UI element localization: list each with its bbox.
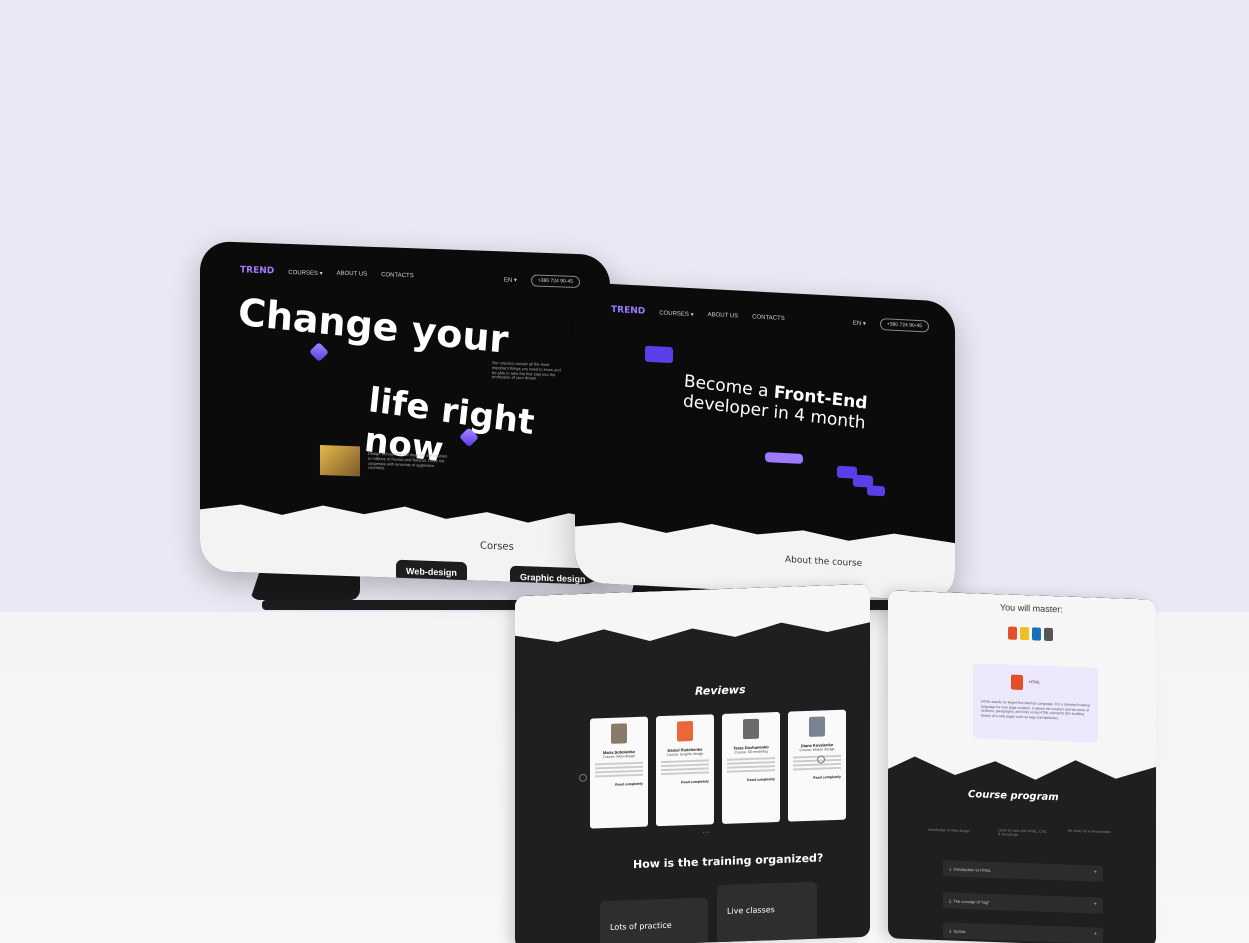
js-icon: [1020, 626, 1029, 641]
ui-card-illustration: [867, 485, 885, 497]
keyboard-base-left: [262, 600, 552, 610]
text-line: [727, 765, 775, 769]
laptop-illustration: [645, 345, 673, 364]
lesson-label: 3. Syntax: [949, 928, 966, 935]
plus-icon[interactable]: +: [1093, 931, 1097, 937]
css3-icon: [1032, 627, 1041, 641]
lang-selector[interactable]: EN ▾: [853, 319, 866, 327]
purple-gem-icon: [309, 342, 329, 362]
nav-about[interactable]: ABOUT US: [708, 312, 739, 320]
review-card: Maria Sobolenko Course: Web-design Read …: [590, 716, 648, 829]
reviews-title: Reviews: [695, 683, 746, 698]
lesson-label: 2. The concept of "tag": [949, 898, 990, 905]
text-line: [661, 763, 709, 768]
program-sheet: You will master: HTML HTML stands for Hy…: [888, 590, 1156, 943]
phone-button[interactable]: +380 724 90-45: [879, 318, 929, 333]
html-label: HTML: [1029, 679, 1040, 685]
nav-contacts[interactable]: CONTACTS: [381, 272, 414, 279]
tech-icons: [1008, 626, 1053, 642]
plus-icon[interactable]: +: [1093, 901, 1097, 907]
nav-courses[interactable]: COURSES ▾: [659, 309, 693, 318]
nav-contacts[interactable]: CONTACTS: [752, 314, 785, 322]
program-step: Be ready for a new position: [1068, 828, 1111, 835]
hero-headline-2: life right now: [362, 380, 537, 471]
program-step: Introduction to Web design: [928, 827, 970, 834]
avatar: [677, 720, 693, 742]
text-line: [661, 767, 709, 772]
review-card: Diana Kovalenko Course: Motion design Re…: [788, 709, 846, 822]
text-line: [595, 761, 643, 766]
lesson-label: 1. Introduction to HTML: [949, 866, 991, 873]
avatar: [743, 718, 759, 740]
read-more-link[interactable]: Read completely: [727, 777, 775, 783]
plus-icon[interactable]: +: [1093, 869, 1097, 875]
program-title: Course program: [968, 789, 1059, 804]
register-button[interactable]: [765, 452, 803, 464]
nav-spacer: [428, 277, 490, 279]
nav-spacer: [799, 320, 839, 322]
review-course: Course: Graphic design: [666, 751, 704, 757]
text-line: [793, 766, 841, 771]
review-course: Course: 3D-modeling: [734, 749, 768, 755]
read-more-link[interactable]: Read completely: [595, 782, 643, 788]
lesson-accordion[interactable]: 2. The concept of "tag" +: [943, 892, 1103, 914]
review-card: Daniel Rodchenko Course: Graphic design …: [656, 714, 714, 827]
text-line: [727, 769, 775, 773]
html-description: HTML stands for HyperText Markup Languag…: [981, 699, 1091, 720]
text-line: [661, 759, 709, 764]
hero-side-text: Our courses contain all the most importa…: [492, 360, 561, 381]
courses-section-title: Corses: [480, 540, 514, 553]
nav-about[interactable]: ABOUT US: [337, 271, 368, 278]
html5-icon: [1008, 626, 1017, 640]
hero-headline: Become a Front-End developer in 4 month: [634, 366, 916, 440]
avatar: [809, 716, 825, 737]
read-more-link[interactable]: Read completely: [793, 775, 841, 781]
pager-dots[interactable]: • • •: [703, 829, 709, 834]
student-photo: [320, 445, 360, 477]
review-course: Course: Motion design: [799, 747, 835, 753]
program-step: Learn to code with HTML, CSS, & JavaScri…: [998, 828, 1048, 837]
react-icon: [1044, 627, 1053, 642]
avatar: [611, 723, 627, 744]
lesson-accordion[interactable]: 1. Introduction to HTML +: [943, 860, 1103, 882]
text-line: [727, 757, 775, 761]
lang-selector[interactable]: EN ▾: [504, 276, 517, 283]
org-card-live: Live classes: [717, 881, 817, 943]
review-card: Taras Dovhanenko Course: 3D-modeling Rea…: [722, 711, 780, 824]
reviews-sheet: Reviews Maria Sobolenko Course: Web-desi…: [515, 583, 870, 943]
torn-paper-edge: [515, 584, 870, 651]
text-line: [595, 769, 643, 774]
about-text: Design School TREND does not sell course…: [368, 450, 448, 471]
phone-button[interactable]: +380 724 90-45: [530, 274, 580, 289]
nav-courses[interactable]: COURSES ▾: [288, 268, 322, 276]
html5-icon: [1011, 674, 1023, 691]
text-line: [661, 771, 709, 776]
text-line: [793, 762, 841, 767]
hero-headline-1: Change your: [236, 289, 510, 362]
arrow-left-icon[interactable]: [579, 773, 587, 782]
master-title: You will master:: [1000, 602, 1063, 615]
tablet-left: TREND COURSES ▾ ABOUT US CONTACTS EN ▾ +…: [200, 240, 610, 586]
site-logo[interactable]: TREND: [240, 265, 274, 276]
lesson-accordion[interactable]: 3. Syntax +: [943, 922, 1103, 943]
html-info-card: HTML HTML stands for HyperText Markup La…: [973, 663, 1098, 743]
site-logo[interactable]: TREND: [611, 305, 645, 317]
org-card-practice: Lots of practice: [600, 897, 708, 943]
reviews-list: Maria Sobolenko Course: Web-design Read …: [590, 709, 846, 829]
org-title: How is the training organized?: [633, 851, 824, 872]
review-course: Course: Web-design: [603, 754, 635, 760]
read-more-link[interactable]: Read completely: [661, 779, 709, 785]
text-line: [727, 761, 775, 765]
tablet-right: TREND COURSES ▾ ABOUT US CONTACTS EN ▾ +…: [575, 282, 955, 602]
text-line: [595, 773, 643, 778]
text-line: [595, 765, 643, 770]
